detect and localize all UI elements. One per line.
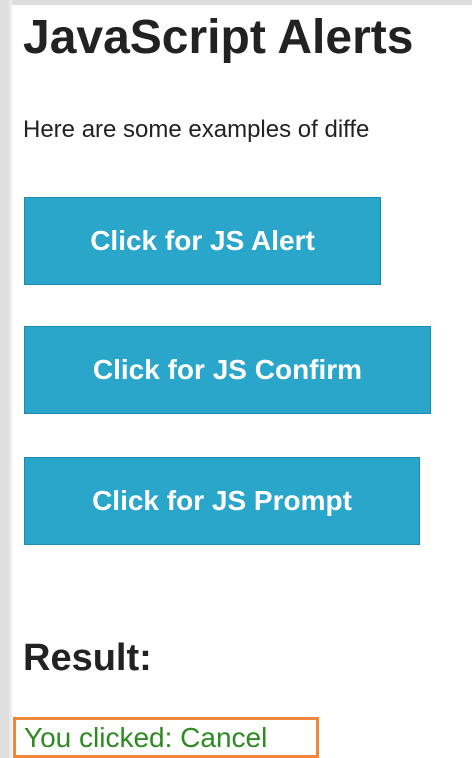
page-top-border: [0, 0, 472, 5]
result-heading: Result:: [23, 637, 152, 679]
js-prompt-button[interactable]: Click for JS Prompt: [24, 457, 420, 545]
js-confirm-button[interactable]: Click for JS Confirm: [24, 326, 431, 414]
intro-text: Here are some examples of diffe: [23, 116, 370, 143]
page-left-border: [0, 0, 9, 758]
page-title: JavaScript Alerts: [23, 11, 414, 64]
page-left-border-inner: [9, 0, 12, 758]
result-text: You clicked: Cancel: [24, 722, 268, 753]
js-alert-button[interactable]: Click for JS Alert: [24, 197, 381, 285]
